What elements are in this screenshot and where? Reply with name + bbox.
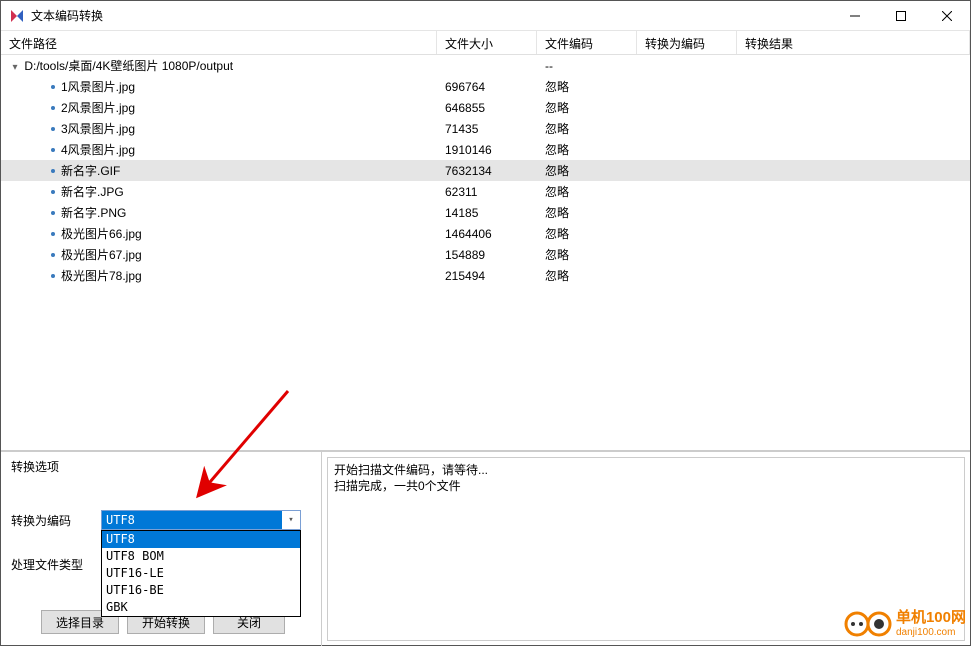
file-row[interactable]: 4风景图片.jpg 1910146忽略: [1, 139, 970, 160]
file-size: 215494: [437, 267, 537, 285]
file-row[interactable]: 2风景图片.jpg 646855忽略: [1, 97, 970, 118]
file-encoding: 忽略: [537, 139, 637, 160]
chevron-down-icon: ▾: [282, 515, 300, 525]
file-encoding: 忽略: [537, 223, 637, 244]
file-name: 1风景图片.jpg: [61, 80, 135, 94]
encoding-dropdown[interactable]: UTF8UTF8 BOMUTF16-LEUTF16-BEGBK: [101, 530, 301, 617]
file-encoding: 忽略: [537, 265, 637, 286]
file-row[interactable]: 极光图片66.jpg 1464406忽略: [1, 223, 970, 244]
options-title: 转换选项: [11, 458, 311, 475]
watermark-logo-icon: [844, 609, 892, 639]
file-size: 696764: [437, 78, 537, 96]
col-result-header[interactable]: 转换结果: [737, 31, 970, 54]
root-encoding: --: [537, 57, 637, 75]
file-size: 154889: [437, 246, 537, 264]
minimize-button[interactable]: [832, 1, 878, 31]
file-icon: [51, 190, 55, 194]
window-controls: [832, 1, 970, 31]
encoding-option[interactable]: UTF8: [102, 531, 300, 548]
col-encoding-header[interactable]: 文件编码: [537, 31, 637, 54]
file-icon: [51, 148, 55, 152]
table-body: ▾ D:/tools/桌面/4K壁纸图片 1080P/output -- 1风景…: [1, 55, 970, 286]
file-icon: [51, 274, 55, 278]
file-encoding: 忽略: [537, 202, 637, 223]
file-encoding: 忽略: [537, 244, 637, 265]
encoding-option[interactable]: UTF16-LE: [102, 565, 300, 582]
file-size: 646855: [437, 99, 537, 117]
file-name: 极光图片66.jpg: [61, 227, 142, 241]
encoding-option[interactable]: UTF8 BOM: [102, 548, 300, 565]
window-title: 文本编码转换: [31, 7, 832, 24]
titlebar: 文本编码转换: [1, 1, 970, 31]
col-size-header[interactable]: 文件大小: [437, 31, 537, 54]
file-encoding: 忽略: [537, 76, 637, 97]
col-path-header[interactable]: 文件路径: [1, 31, 437, 54]
file-icon: [51, 85, 55, 89]
col-to-encoding-header[interactable]: 转换为编码: [637, 31, 737, 54]
watermark-en: danji100.com: [896, 627, 966, 638]
file-name: 新名字.GIF: [61, 164, 120, 178]
file-row[interactable]: 新名字.PNG 14185忽略: [1, 202, 970, 223]
file-icon: [51, 211, 55, 215]
file-size: 1464406: [437, 225, 537, 243]
file-icon: [51, 253, 55, 257]
bottom-panel: 转换选项 转换为编码 UTF8 ▾ UTF8UTF8 BOMUTF16-LEUT…: [1, 451, 970, 646]
collapse-icon[interactable]: ▾: [9, 62, 21, 73]
file-row[interactable]: 极光图片67.jpg 154889忽略: [1, 244, 970, 265]
file-size: 14185: [437, 204, 537, 222]
file-table: 文件路径 文件大小 文件编码 转换为编码 转换结果 ▾ D:/tools/桌面/…: [1, 31, 970, 451]
watermark: 单机100网 danji100.com: [844, 609, 966, 639]
file-encoding: 忽略: [537, 97, 637, 118]
file-icon: [51, 232, 55, 236]
encoding-option[interactable]: UTF16-BE: [102, 582, 300, 599]
file-icon: [51, 106, 55, 110]
file-row[interactable]: 极光图片78.jpg 215494忽略: [1, 265, 970, 286]
file-row[interactable]: 新名字.JPG 62311忽略: [1, 181, 970, 202]
file-name: 极光图片78.jpg: [61, 269, 142, 283]
file-size: 62311: [437, 183, 537, 201]
table-header: 文件路径 文件大小 文件编码 转换为编码 转换结果: [1, 31, 970, 55]
encoding-option[interactable]: GBK: [102, 599, 300, 616]
encoding-label: 转换为编码: [11, 512, 101, 529]
close-button[interactable]: [924, 1, 970, 31]
file-encoding: 忽略: [537, 181, 637, 202]
maximize-button[interactable]: [878, 1, 924, 31]
file-name: 2风景图片.jpg: [61, 101, 135, 115]
options-panel: 转换选项 转换为编码 UTF8 ▾ UTF8UTF8 BOMUTF16-LEUT…: [1, 452, 322, 646]
file-icon: [51, 127, 55, 131]
file-size: 7632134: [437, 162, 537, 180]
filetype-label: 处理文件类型: [11, 556, 101, 573]
file-size: 71435: [437, 120, 537, 138]
file-encoding: 忽略: [537, 118, 637, 139]
watermark-cn: 单机100网: [896, 610, 966, 627]
file-encoding: 忽略: [537, 160, 637, 181]
encoding-row: 转换为编码 UTF8 ▾ UTF8UTF8 BOMUTF16-LEUTF16-B…: [11, 510, 311, 530]
file-icon: [51, 169, 55, 173]
file-name: 新名字.PNG: [61, 206, 126, 220]
encoding-value: UTF8: [102, 511, 282, 529]
tree-root-row[interactable]: ▾ D:/tools/桌面/4K壁纸图片 1080P/output --: [1, 55, 970, 76]
root-path: D:/tools/桌面/4K壁纸图片 1080P/output: [24, 59, 233, 73]
app-icon: [9, 8, 25, 24]
encoding-select[interactable]: UTF8 ▾: [101, 510, 301, 530]
file-name: 4风景图片.jpg: [61, 143, 135, 157]
file-name: 极光图片67.jpg: [61, 248, 142, 262]
file-row[interactable]: 新名字.GIF 7632134忽略: [1, 160, 970, 181]
file-name: 3风景图片.jpg: [61, 122, 135, 136]
file-row[interactable]: 3风景图片.jpg 71435忽略: [1, 118, 970, 139]
file-name: 新名字.JPG: [61, 185, 124, 199]
file-row[interactable]: 1风景图片.jpg 696764忽略: [1, 76, 970, 97]
file-size: 1910146: [437, 141, 537, 159]
